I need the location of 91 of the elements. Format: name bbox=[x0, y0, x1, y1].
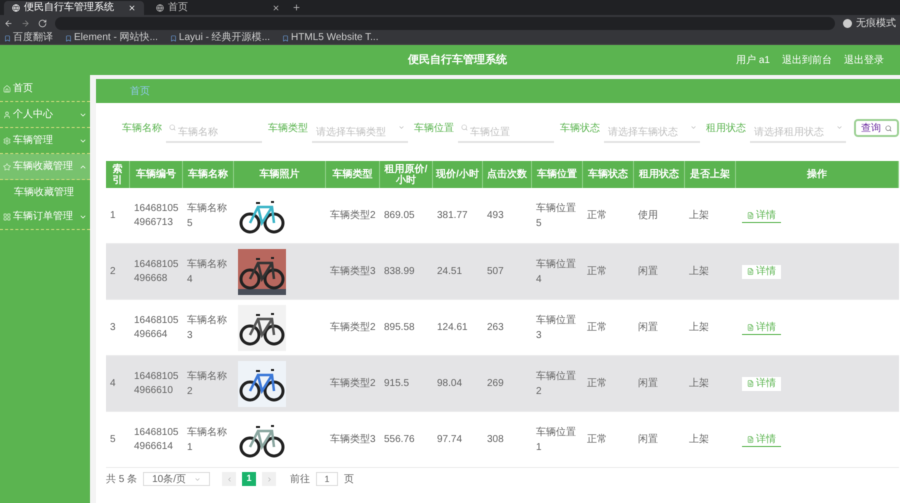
table-cell-text: 上架 bbox=[689, 376, 709, 391]
table-cell-text: 车辆位置5 bbox=[536, 202, 577, 230]
table-cell-text: 车辆位置1 bbox=[536, 426, 577, 454]
table-cell: 164681054966713 bbox=[134, 202, 179, 230]
page-button[interactable]: 1 bbox=[242, 472, 256, 486]
table-cell-text: 车辆类型2 bbox=[330, 320, 376, 335]
table-cell-text: 98.04 bbox=[437, 377, 462, 391]
details-button[interactable]: 详情 bbox=[742, 432, 781, 446]
table-cell-text: 上架 bbox=[689, 264, 709, 279]
table-cell-text: 车辆名称5 bbox=[187, 202, 228, 230]
sidebar-item[interactable]: 车辆收藏管理 bbox=[0, 154, 90, 180]
table-cell-text: 正常 bbox=[587, 432, 607, 447]
query-button[interactable]: 查询 bbox=[854, 119, 899, 137]
filter-label: 车辆状态 bbox=[560, 122, 600, 136]
select-field[interactable]: 请选择车辆状态 bbox=[604, 124, 700, 142]
table-cell-text: 车辆位置3 bbox=[536, 314, 577, 342]
details-button[interactable]: 详情 bbox=[742, 320, 781, 334]
search-field[interactable]: 车辆名称 bbox=[166, 124, 262, 142]
table-cell-text: 车辆位置4 bbox=[536, 258, 577, 286]
table-cell-text: 上架 bbox=[689, 320, 709, 335]
table-cell-text: 97.74 bbox=[437, 433, 462, 447]
table-cell-text: 上架 bbox=[689, 432, 709, 447]
table-cell-text: 308 bbox=[487, 433, 504, 447]
bookmark[interactable]: 百度翻译 bbox=[4, 33, 53, 43]
table-cell-text: 使用 bbox=[638, 209, 658, 223]
table-cell-text: 车辆名称3 bbox=[187, 314, 228, 342]
header-link[interactable]: 退出到前台 bbox=[782, 52, 832, 68]
table-cell-text: 895.58 bbox=[384, 321, 415, 335]
table-cell-text: 1 bbox=[110, 209, 116, 223]
table-cell-text: 838.99 bbox=[384, 265, 415, 279]
table-cell-text: 车辆类型3 bbox=[330, 432, 376, 447]
table-cell-text: 5 bbox=[110, 433, 116, 447]
header-link[interactable]: 退出登录 bbox=[844, 52, 884, 68]
details-button[interactable]: 详情 bbox=[742, 264, 781, 278]
table-cell-text: 车辆名称1 bbox=[187, 426, 228, 454]
table-cell-text: 493 bbox=[487, 209, 504, 223]
table-cell-text: 269 bbox=[487, 377, 504, 391]
table-cell-text: 车辆位置2 bbox=[536, 370, 577, 398]
table-cell-text: 车辆类型2 bbox=[330, 376, 376, 391]
filter-label: 车辆类型 bbox=[268, 122, 308, 136]
bookmark[interactable]: Layui - 经典开源模... bbox=[170, 33, 270, 43]
table-cell-text: 车辆名称2 bbox=[187, 370, 228, 398]
table-cell-text: 24.51 bbox=[437, 265, 462, 279]
bookmark[interactable]: Element - 网站快... bbox=[65, 33, 158, 43]
table-cell-text: 124.61 bbox=[437, 321, 468, 335]
table-cell-text: 闲置 bbox=[638, 264, 658, 279]
breadcrumb[interactable]: 首页 bbox=[130, 84, 150, 98]
browser-tab[interactable]: 便民自行车管理系统 bbox=[4, 1, 144, 15]
table-cell-text: 正常 bbox=[587, 264, 607, 279]
page-size-select[interactable]: 10条/页 bbox=[143, 472, 210, 486]
table-cell-text: 915.5 bbox=[384, 377, 410, 391]
filter-label: 车辆位置 bbox=[414, 122, 454, 136]
total-count: 共 5 条 bbox=[106, 472, 138, 486]
table-cell-text: 3 bbox=[110, 321, 116, 335]
table-cell-text: 869.05 bbox=[384, 209, 415, 223]
table-cell-text: 闲置 bbox=[638, 320, 658, 335]
details-button[interactable]: 详情 bbox=[742, 208, 781, 222]
table-cell-text: 4 bbox=[110, 377, 116, 391]
details-button[interactable]: 详情 bbox=[742, 376, 781, 390]
table-cell-text: 263 bbox=[487, 321, 504, 335]
table-cell: 164681054966614 bbox=[134, 426, 179, 454]
table-cell: 164681054966610 bbox=[134, 370, 179, 398]
table-cell-text: 正常 bbox=[587, 208, 607, 223]
table-cell: 16468105496664 bbox=[134, 314, 179, 342]
header-link[interactable]: 用户 a1 bbox=[736, 52, 770, 68]
table-cell-text: 闲置 bbox=[638, 432, 658, 447]
select-field[interactable]: 请选择租用状态 bbox=[750, 124, 846, 142]
table-cell-text: 556.76 bbox=[384, 433, 415, 447]
sidebar-subitem[interactable]: 车辆收藏管理 bbox=[0, 180, 90, 204]
goto-label: 前往 bbox=[290, 472, 310, 486]
browser-tab[interactable]: 首页 bbox=[148, 1, 288, 15]
table-cell-text: 正常 bbox=[587, 320, 607, 335]
goto-suffix: 页 bbox=[344, 472, 354, 486]
table-cell-text: 上架 bbox=[689, 208, 709, 223]
app-title: 便民自行车管理系统 bbox=[408, 52, 507, 68]
page-input[interactable]: 1 bbox=[316, 472, 338, 486]
table-cell-text: 2 bbox=[110, 265, 116, 279]
profile-badge[interactable]: 无痕模式 bbox=[843, 18, 896, 28]
search-field[interactable]: 车辆位置 bbox=[458, 124, 554, 142]
table-cell-text: 车辆类型3 bbox=[330, 264, 376, 279]
table-cell-text: 381.77 bbox=[437, 209, 468, 223]
table-cell-text: 正常 bbox=[587, 376, 607, 391]
table-cell-text: 车辆类型2 bbox=[330, 208, 376, 223]
filter-label: 车辆名称 bbox=[122, 122, 162, 136]
table-cell-text: 闲置 bbox=[638, 376, 658, 391]
table-cell-text: 车辆名称4 bbox=[187, 258, 228, 286]
table-cell: 16468105496668 bbox=[134, 258, 179, 286]
table-cell-text: 507 bbox=[487, 265, 504, 279]
select-field[interactable]: 请选择车辆类型 bbox=[312, 124, 408, 142]
filter-label: 租用状态 bbox=[706, 122, 746, 136]
bookmark[interactable]: HTML5 Website T... bbox=[282, 33, 378, 43]
